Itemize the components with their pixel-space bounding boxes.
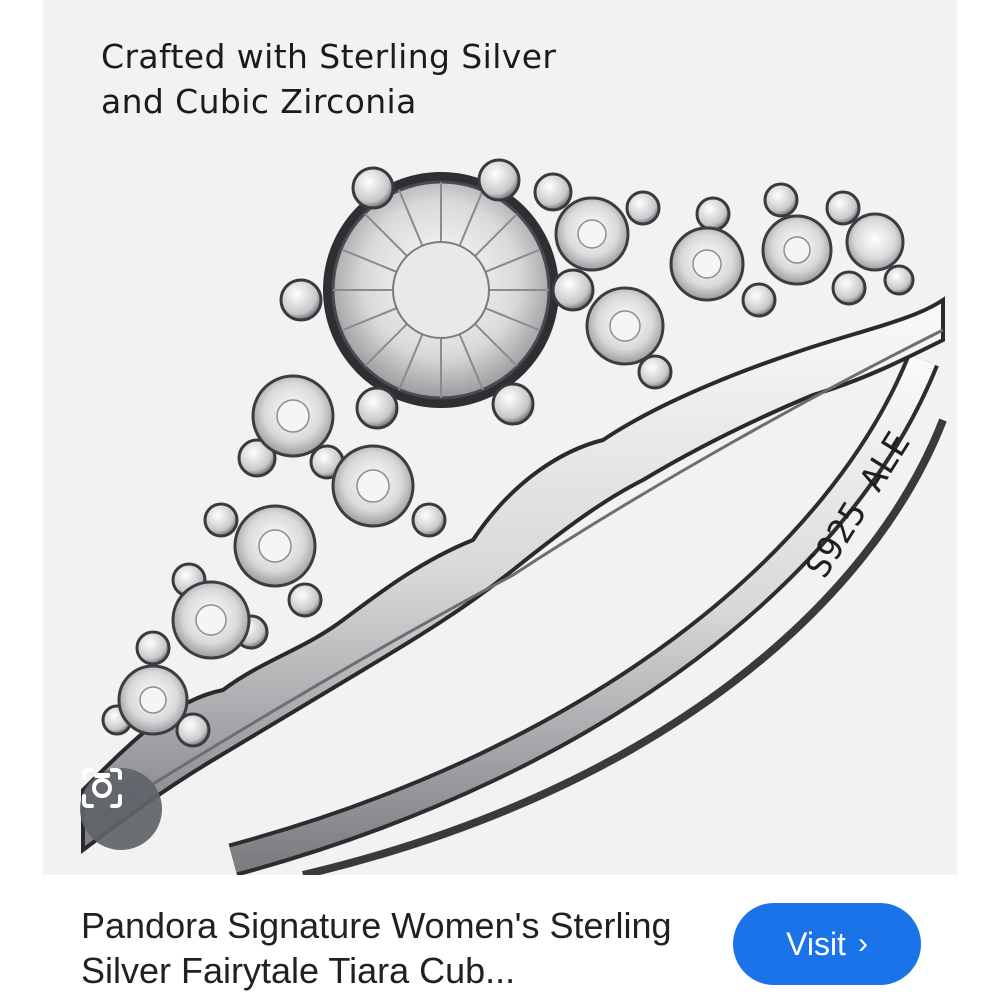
- caption-line-2: and Cubic Zirconia: [101, 82, 417, 121]
- product-image[interactable]: S925 ALE Crafted with Sterling Silver an…: [43, 0, 957, 875]
- caption-line-1: Crafted with Sterling Silver: [101, 37, 557, 76]
- right-margin: [957, 0, 1000, 1000]
- result-card[interactable]: S925 ALE Crafted with Sterling Silver an…: [43, 0, 957, 1000]
- visit-button[interactable]: Visit ›: [733, 903, 921, 985]
- left-margin: [0, 0, 43, 1000]
- camera-lens-icon: [82, 768, 122, 808]
- product-title[interactable]: Pandora Signature Women's Sterling Silve…: [81, 903, 721, 993]
- camera-lens-button[interactable]: [80, 768, 162, 850]
- result-info-bar: Pandora Signature Women's Sterling Silve…: [43, 875, 957, 1000]
- image-caption: Crafted with Sterling Silver and Cubic Z…: [101, 34, 661, 124]
- chevron-right-icon: ›: [857, 927, 868, 960]
- ring-illustration: S925 ALE: [81, 158, 947, 875]
- visit-label: Visit: [786, 925, 846, 962]
